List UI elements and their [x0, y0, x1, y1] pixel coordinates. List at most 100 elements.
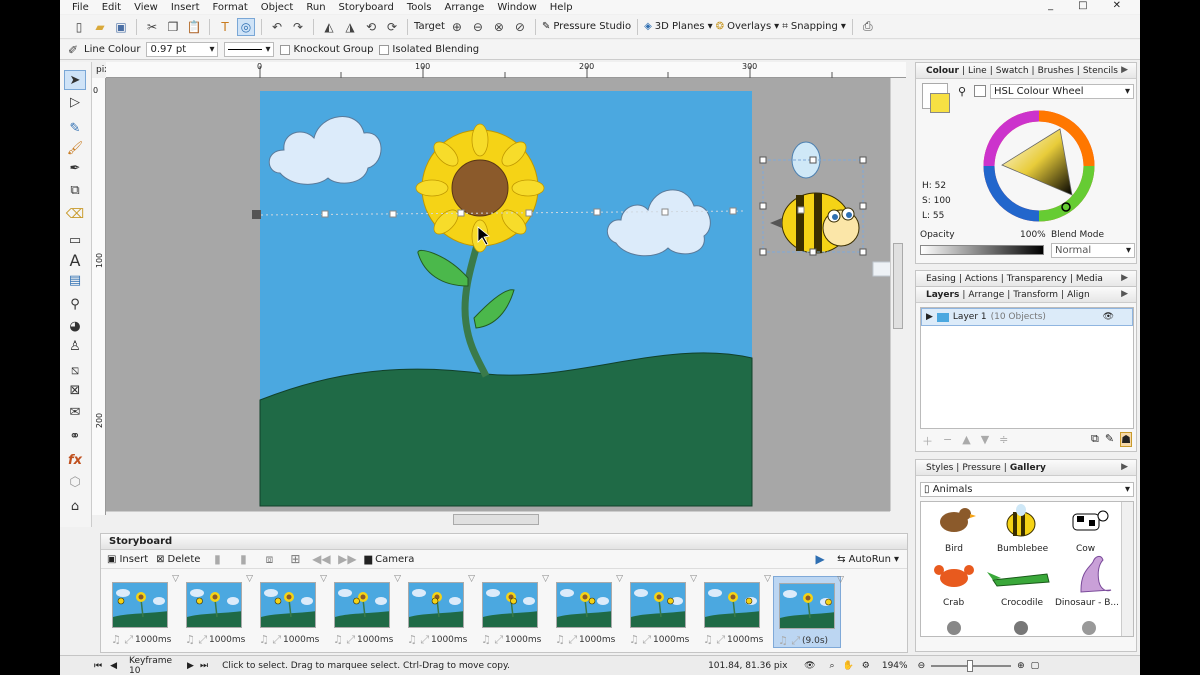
- frame-sound-icon[interactable]: ♫ ⤢: [259, 633, 281, 647]
- canvas-workspace[interactable]: [106, 78, 890, 511]
- horizontal-scroll-thumb[interactable]: [453, 514, 539, 525]
- dinosaur-thumbnail[interactable]: [1080, 555, 1112, 593]
- menu-tools[interactable]: Tools: [407, 2, 432, 13]
- add-layer-icon[interactable]: ＋: [922, 433, 933, 449]
- first-frame-icon[interactable]: ⏮: [94, 661, 102, 671]
- brush-tool-icon[interactable]: 🖌: [64, 138, 86, 158]
- crop-frame-icon[interactable]: ⊠: [64, 380, 86, 400]
- more-animals-thumbnails[interactable]: [947, 621, 1096, 635]
- storyboard-frame[interactable]: ▽ ♫ ⤢ 1000ms: [403, 574, 475, 648]
- tab-gallery[interactable]: Gallery: [1008, 463, 1048, 473]
- copy-icon[interactable]: ❐: [164, 18, 182, 36]
- pointer-tool-icon[interactable]: ➤: [64, 70, 86, 90]
- dropper-tool-icon[interactable]: ⚲: [64, 294, 86, 314]
- rotate-right-icon[interactable]: ⟳: [383, 18, 401, 36]
- pen-tool-icon[interactable]: ✒: [64, 158, 86, 178]
- effects-tool-icon[interactable]: fx: [64, 450, 86, 470]
- tab-align[interactable]: Align: [1065, 290, 1092, 300]
- storyboard-frame[interactable]: ▽ ♫ ⤢ 1000ms: [699, 574, 771, 648]
- expand-icon[interactable]: ▶: [926, 312, 933, 322]
- print-icon[interactable]: ⎙: [859, 18, 877, 36]
- tab-colour[interactable]: Colour: [924, 66, 961, 76]
- move-down-icon[interactable]: ▼: [981, 433, 989, 449]
- colour-model-select[interactable]: HSL Colour Wheel ▾: [990, 84, 1134, 99]
- line-width-combo[interactable]: 0.97 pt ▾: [146, 42, 219, 57]
- menu-arrange[interactable]: Arrange: [444, 2, 484, 13]
- panel-menu-icon[interactable]: ▶: [1119, 273, 1130, 283]
- format-painter-icon[interactable]: T: [216, 18, 234, 36]
- 3d-tool-icon[interactable]: ⬡: [64, 472, 86, 492]
- opacity-slider[interactable]: [920, 245, 1044, 255]
- storyboard-frame[interactable]: ▽ ♫ ⤢ 1000ms: [107, 574, 179, 648]
- gallery-item-crab[interactable]: Crab: [943, 598, 964, 608]
- tab-styles[interactable]: Styles: [924, 463, 955, 473]
- frame-sound-icon[interactable]: ♫ ⤢: [555, 633, 577, 647]
- isolated-blending-checkbox[interactable]: [379, 44, 390, 55]
- menu-object[interactable]: Object: [261, 2, 294, 13]
- rotate-left-icon[interactable]: ⟲: [362, 18, 380, 36]
- flip-horizontal-icon[interactable]: ◭: [320, 18, 338, 36]
- shape-tool-icon[interactable]: ⧉: [64, 180, 86, 200]
- vertical-scrollbar[interactable]: [890, 78, 904, 511]
- hsl-colour-wheel[interactable]: [982, 109, 1096, 223]
- horizontal-scrollbar[interactable]: [106, 511, 890, 527]
- cut-icon[interactable]: ✂: [143, 18, 161, 36]
- save-icon[interactable]: ▣: [112, 18, 130, 36]
- gallery-item-bird[interactable]: Bird: [945, 544, 963, 554]
- redo-icon[interactable]: ↷: [289, 18, 307, 36]
- frame-sound-icon[interactable]: ♫ ⤢: [111, 633, 133, 647]
- blend-tool-icon[interactable]: ⚭: [64, 426, 86, 446]
- storyboard-frame[interactable]: ▽ ♫ ⤢ 1000ms: [329, 574, 401, 648]
- gallery-item-dinosaur[interactable]: Dinosaur - B...: [1055, 598, 1119, 608]
- blend-mode-select[interactable]: Normal ▾: [1051, 243, 1135, 258]
- crocodile-thumbnail[interactable]: [987, 572, 1050, 587]
- vertical-scroll-thumb[interactable]: [893, 243, 903, 329]
- tab-pressure[interactable]: Pressure: [960, 463, 1002, 473]
- gallery-item-cow[interactable]: Cow: [1076, 544, 1095, 554]
- snapping-button[interactable]: ⌗ Snapping ▾: [782, 21, 846, 32]
- gallery-item-crocodile[interactable]: Crocodile: [1001, 598, 1043, 608]
- target-combine-icon[interactable]: ⊘: [511, 18, 529, 36]
- next-frame-icon[interactable]: ▶: [187, 661, 194, 671]
- storyboard-frame[interactable]: ▽ ♫ ⤢ 1000ms: [255, 574, 327, 648]
- zoom-tool-icon[interactable]: ⌕: [830, 661, 835, 671]
- menu-format[interactable]: Format: [213, 2, 248, 13]
- frame-sound-icon[interactable]: ♫ ⤢: [703, 633, 725, 647]
- tab-actions[interactable]: Actions: [963, 274, 1000, 284]
- tab-layers[interactable]: Layers: [924, 290, 961, 300]
- tab-transform[interactable]: Transform: [1011, 290, 1060, 300]
- layer-properties-icon[interactable]: ⧉: [1091, 432, 1099, 447]
- new-document-icon[interactable]: ▯: [70, 18, 88, 36]
- frame-option-icon[interactable]: ▮: [234, 550, 252, 568]
- node-tool-icon[interactable]: ▷: [64, 92, 86, 112]
- no-colour-swatch[interactable]: [974, 85, 986, 97]
- isolated-blending-option[interactable]: Isolated Blending: [379, 44, 479, 55]
- autorun-button[interactable]: ⇆ AutoRun ▾: [837, 554, 899, 565]
- last-frame-icon[interactable]: ⏭: [200, 661, 208, 671]
- layer-paint-icon[interactable]: ✎: [1105, 432, 1114, 447]
- storyboard-frame[interactable]: ▽ ♫ ⤢ 1000ms: [625, 574, 697, 648]
- panel-menu-icon[interactable]: ▶: [1119, 462, 1130, 472]
- target-intersect-icon[interactable]: ⊗: [490, 18, 508, 36]
- tab-easing[interactable]: Easing: [924, 274, 958, 284]
- view-quality-icon[interactable]: 👁: [804, 661, 815, 671]
- fill-colour-swatch[interactable]: [930, 93, 950, 113]
- storyboard-frame[interactable]: ▽ ♫ ⤢ 1000ms: [181, 574, 253, 648]
- eraser-tool-icon[interactable]: ⌫: [64, 204, 86, 224]
- knockout-group-checkbox[interactable]: [280, 44, 291, 55]
- knockout-group-option[interactable]: Knockout Group: [280, 44, 373, 55]
- picture-tool-icon[interactable]: ▤: [64, 270, 86, 290]
- prev-frame-icon[interactable]: ◀: [110, 661, 117, 671]
- frame-sound-icon[interactable]: ♫ ⤢: [333, 633, 355, 647]
- fit-page-icon[interactable]: ▢: [1031, 661, 1040, 671]
- menu-view[interactable]: View: [134, 2, 158, 13]
- tab-transparency[interactable]: Transparency: [1005, 274, 1069, 284]
- settings-icon[interactable]: ⚙: [862, 661, 870, 671]
- move-up-icon[interactable]: ▲: [962, 433, 970, 449]
- cow-thumbnail[interactable]: [1072, 510, 1109, 531]
- tab-media[interactable]: Media: [1074, 274, 1105, 284]
- transparency-tool-icon[interactable]: ♙: [64, 336, 86, 356]
- tab-arrange[interactable]: Arrange: [966, 290, 1006, 300]
- panel-menu-icon[interactable]: ▶: [1119, 289, 1130, 299]
- crop-tool-icon[interactable]: ⧅: [64, 360, 86, 380]
